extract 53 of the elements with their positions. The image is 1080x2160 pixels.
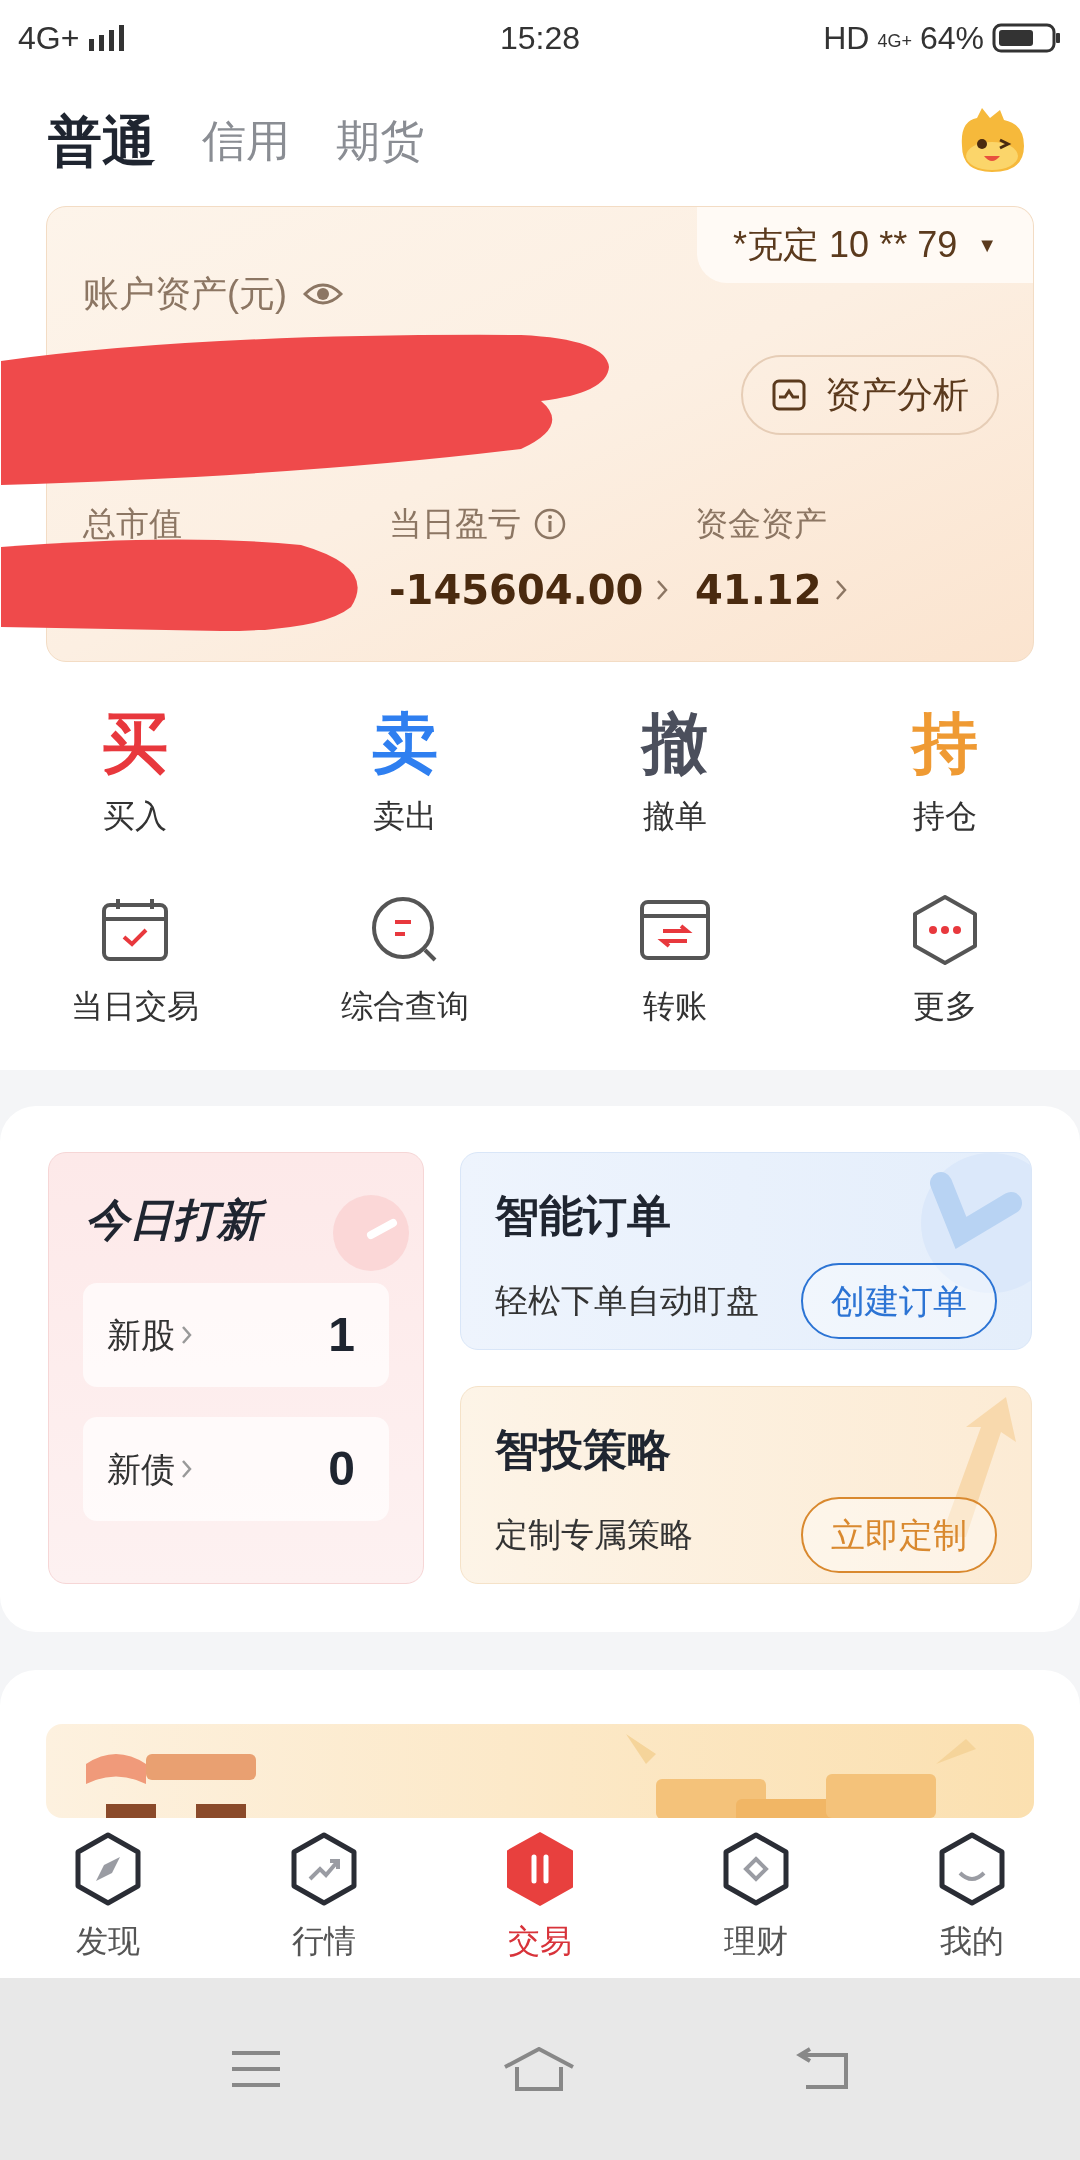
home-icon[interactable]	[503, 2047, 575, 2091]
chevron-icon[interactable]	[833, 578, 848, 602]
card-title: 智投策略	[495, 1424, 672, 1476]
nav-tab[interactable]: 行情	[216, 1831, 432, 1965]
tool-shortcut[interactable]: 更多	[810, 892, 1080, 1030]
decoration-icon	[331, 1193, 411, 1273]
row-label: 新股	[107, 1314, 175, 1356]
battery-icon	[992, 22, 1062, 54]
more-icon	[911, 894, 979, 966]
network-label: 4G+	[877, 30, 912, 53]
stat-label: 资金资产	[695, 504, 827, 545]
ipo-row[interactable]: 新股 1	[83, 1283, 389, 1387]
nav-tab[interactable]: 发现	[0, 1831, 216, 1965]
quick-action[interactable]: 持 持仓	[810, 702, 1080, 840]
stat-label: 当日盈亏	[389, 504, 521, 545]
nav-tab[interactable]: 理财	[648, 1831, 864, 1965]
tool-shortcut[interactable]: 综合查询	[270, 892, 540, 1030]
card-title: 今日打新	[83, 1187, 271, 1253]
hd-label: HD	[823, 19, 870, 58]
calendar-icon	[100, 897, 170, 963]
network-label: 4G+	[18, 19, 80, 58]
back-icon[interactable]	[795, 2047, 850, 2091]
nav-tab[interactable]: 我的	[864, 1831, 1080, 1965]
asset-title: 账户资产(元)	[83, 272, 287, 316]
card-subtitle: 定制专属策略	[495, 1515, 693, 1556]
stat-value: -145604.00	[389, 566, 644, 615]
chevron-icon	[181, 1324, 193, 1346]
account-type-tab[interactable]: 普通	[48, 100, 156, 182]
count-value: 0	[328, 1441, 355, 1497]
tool-shortcut[interactable]: 转账	[540, 892, 810, 1030]
clock: 15:28	[499, 19, 581, 58]
chevron-icon	[181, 1458, 193, 1480]
chart-icon	[771, 378, 807, 412]
chevron-icon[interactable]	[655, 578, 670, 602]
stat-value: 41.12	[695, 566, 822, 615]
account-selector[interactable]: *克定 10 ** 79 ▼	[697, 207, 1033, 283]
card-subtitle: 轻松下单自动盯盘	[495, 1281, 759, 1322]
asset-analysis-button[interactable]: 资产分析	[741, 355, 999, 435]
quick-action[interactable]: 卖 卖出	[270, 702, 540, 840]
card-title: 智能订单	[495, 1190, 672, 1242]
transfer-icon	[639, 899, 711, 961]
battery-label: 64%	[919, 19, 984, 58]
quick-action[interactable]: 撤 撤单	[540, 702, 810, 840]
card-action-button[interactable]: 创建订单	[801, 1263, 997, 1339]
ipo-row[interactable]: 新债 0	[83, 1417, 389, 1521]
row-label: 新债	[107, 1448, 175, 1490]
menu-icon[interactable]	[230, 2049, 283, 2089]
tool-shortcut[interactable]: 当日交易	[0, 892, 270, 1030]
count-value: 1	[328, 1307, 355, 1363]
quick-action[interactable]: 买 买入	[0, 702, 270, 840]
nav-tab[interactable]: 交易	[432, 1831, 648, 1965]
info-icon[interactable]	[533, 507, 567, 541]
stat-label: 总市值	[83, 504, 182, 545]
